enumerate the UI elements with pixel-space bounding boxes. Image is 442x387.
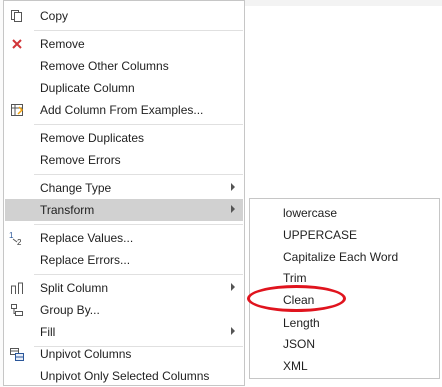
menu-item-label: Fill: [40, 325, 56, 339]
submenu-item-label: Length: [283, 316, 320, 330]
submenu-arrow-icon: [231, 327, 235, 335]
group-by-icon: [9, 302, 25, 318]
menu-item-label: Unpivot Only Selected Columns: [40, 369, 210, 383]
svg-text:2: 2: [17, 238, 22, 246]
menu-item-group-by[interactable]: Group By...: [5, 299, 243, 321]
submenu-item-label: UPPERCASE: [283, 228, 358, 242]
menu-item-remove-duplicates[interactable]: Remove Duplicates: [5, 127, 243, 149]
submenu-item-xml[interactable]: XML: [251, 354, 438, 376]
submenu-arrow-icon: [231, 283, 235, 291]
submenu-item-label: lowercase: [283, 206, 338, 220]
menu-item-replace-errors[interactable]: Replace Errors...: [5, 249, 243, 271]
submenu-item-label: Capitalize Each Word: [283, 250, 399, 264]
menu-item-label: Change Type: [40, 181, 112, 195]
menu-item-unpivot-columns[interactable]: Unpivot Columns: [5, 343, 243, 365]
menu-item-unpivot-only-selected-columns[interactable]: Unpivot Only Selected Columns: [5, 365, 243, 387]
menu-separator: [34, 30, 243, 31]
menu-separator: [34, 274, 243, 275]
submenu-item-capitalize-each-word[interactable]: Capitalize Each Word: [251, 245, 438, 267]
menu-item-remove[interactable]: Remove: [5, 33, 243, 55]
submenu-item-label: JSON: [283, 337, 316, 351]
menu-item-remove-other-columns[interactable]: Remove Other Columns: [5, 55, 243, 77]
submenu-item-json[interactable]: JSON: [251, 332, 438, 354]
copy-icon: [9, 8, 25, 24]
menu-separator: [34, 174, 243, 175]
transform-submenu: lowercase UPPERCASE Capitalize Each Word…: [249, 198, 440, 379]
submenu-item-uppercase[interactable]: UPPERCASE: [251, 223, 438, 245]
submenu-item-label: Trim: [283, 271, 307, 285]
menu-item-label: Unpivot Columns: [40, 347, 132, 361]
menu-item-label: Add Column From Examples...: [40, 103, 204, 117]
menu-item-label: Replace Values...: [40, 231, 134, 245]
menu-separator: [34, 224, 243, 225]
menu-item-label: Remove Duplicates: [40, 131, 145, 145]
svg-text:1: 1: [9, 231, 14, 240]
menu-item-replace-values[interactable]: 12 Replace Values...: [5, 227, 243, 249]
submenu-item-label: Clean: [283, 293, 315, 307]
menu-item-split-column[interactable]: Split Column: [5, 277, 243, 299]
add-column-examples-icon: [9, 102, 25, 118]
menu-item-label: Replace Errors...: [40, 253, 131, 267]
menu-item-change-type[interactable]: Change Type: [5, 177, 243, 199]
remove-icon: [9, 36, 25, 52]
menu-separator: [34, 124, 243, 125]
menu-item-label: Group By...: [40, 303, 100, 317]
menu-item-remove-errors[interactable]: Remove Errors: [5, 149, 243, 171]
menu-item-add-column-from-examples[interactable]: Add Column From Examples...: [5, 99, 243, 121]
menu-item-copy[interactable]: Copy: [5, 5, 243, 27]
submenu-arrow-icon: [231, 205, 235, 213]
submenu-item-length[interactable]: Length: [251, 311, 438, 333]
column-context-menu: Copy Remove Remove Other Columns Duplica…: [3, 0, 245, 386]
menu-item-label: Transform: [40, 203, 95, 217]
submenu-item-label: XML: [283, 359, 308, 373]
menu-item-fill[interactable]: Fill: [5, 321, 243, 343]
menu-item-label: Copy: [40, 9, 69, 23]
menu-item-label: Split Column: [40, 281, 109, 295]
menu-item-label: Remove Other Columns: [40, 59, 169, 73]
split-column-icon: [9, 280, 25, 296]
submenu-item-clean[interactable]: Clean: [251, 288, 438, 310]
unpivot-columns-icon: [9, 346, 25, 362]
menu-item-label: Remove Errors: [40, 153, 121, 167]
submenu-item-trim[interactable]: Trim: [251, 266, 438, 288]
menu-item-transform[interactable]: Transform: [5, 199, 243, 221]
submenu-arrow-icon: [231, 183, 235, 191]
submenu-item-lowercase[interactable]: lowercase: [251, 201, 438, 223]
menu-item-duplicate-column[interactable]: Duplicate Column: [5, 77, 243, 99]
menu-item-label: Duplicate Column: [40, 81, 135, 95]
menu-item-label: Remove: [40, 37, 85, 51]
replace-values-icon: 12: [9, 230, 25, 246]
